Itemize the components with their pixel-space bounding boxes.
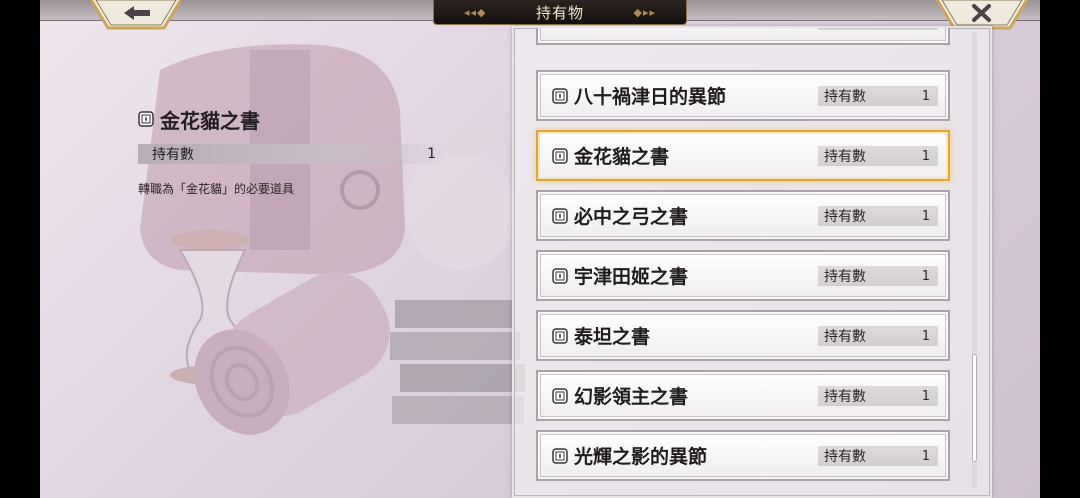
game-screen: ◂◂◆ 持有物 ◆▸▸ 金花貓之書 持有數 1 轉職為「金花貓」的必要道具 八十… (0, 0, 1080, 498)
list-item-name: 宇津田姬之書 (552, 262, 688, 289)
list-item-qty: 持有數 1 (818, 326, 938, 346)
list-item-label: 泰坦之書 (574, 326, 651, 348)
list-item-qty-value: 1 (921, 328, 930, 344)
list-item[interactable] (536, 28, 950, 45)
book-icon (138, 111, 154, 127)
book-icon (552, 207, 568, 224)
list-item-qty: 持有數 1 (818, 266, 938, 286)
book-icon (552, 447, 568, 464)
list-item-name: 必中之弓之書 (552, 202, 688, 229)
list-item-qty-value: 1 (921, 148, 930, 164)
book-icon (552, 387, 568, 404)
book-icon (552, 267, 568, 284)
list-item-qty-value: 1 (921, 208, 930, 224)
list-item-qty: 持有數 1 (818, 446, 938, 466)
list-item[interactable]: 八十禍津日的異節 持有數 1 (536, 70, 950, 121)
detail-item-name: 金花貓之書 (160, 108, 260, 133)
list-item-name: 金花貓之書 (552, 142, 669, 169)
list-item-qty-label: 持有數 (824, 449, 866, 465)
list-item-qty-label: 持有數 (824, 269, 866, 285)
list-item-qty-label: 持有數 (824, 389, 866, 405)
detail-title: 金花貓之書 (138, 106, 448, 133)
list-item[interactable]: 幻影領主之書 持有數 1 (536, 370, 950, 421)
list-item-qty-value: 1 (921, 388, 930, 404)
list-item-qty (818, 28, 938, 30)
left-letterbox (0, 0, 40, 498)
book-icon (552, 327, 568, 344)
list-item-label: 必中之弓之書 (574, 206, 689, 228)
list-item-name: 八十禍津日的異節 (552, 82, 726, 109)
book-icon (552, 87, 568, 104)
list-item-label: 金花貓之書 (574, 146, 670, 168)
detail-count-label: 持有數 (152, 147, 194, 163)
detail-count-value: 1 (427, 146, 436, 162)
list-item-qty: 持有數 1 (818, 86, 938, 106)
book-icon (552, 147, 568, 164)
list-item[interactable]: 泰坦之書 持有數 1 (536, 310, 950, 361)
list-item[interactable]: 必中之弓之書 持有數 1 (536, 190, 950, 241)
page-title: 持有物 (535, 3, 584, 22)
back-button[interactable] (90, 0, 182, 30)
list-item-qty-label: 持有數 (824, 149, 866, 165)
list-item-label: 宇津田姬之書 (574, 266, 689, 288)
list-item-qty-label: 持有數 (824, 89, 866, 105)
right-letterbox (1040, 0, 1080, 498)
detail-description: 轉職為「金花貓」的必要道具 (138, 182, 295, 196)
detail-count-row: 持有數 1 (138, 144, 448, 164)
title-ornament-left: ◂◂◆ (464, 6, 487, 19)
list-item[interactable]: 光輝之影的異節 持有數 1 (536, 430, 950, 481)
list-item-name: 光輝之影的異節 (552, 442, 707, 469)
list-item-qty-label: 持有數 (824, 209, 866, 225)
inventory-list[interactable]: 八十禍津日的異節 持有數 1 金花貓之書 持有數 1 必中之弓之書 持有數 1 … (512, 26, 992, 498)
list-item-qty: 持有數 1 (818, 386, 938, 406)
list-item-qty: 持有數 1 (818, 146, 938, 166)
list-item-qty-value: 1 (921, 88, 930, 104)
title-ornament-right: ◆▸▸ (633, 6, 656, 19)
list-item-label: 光輝之影的異節 (574, 446, 708, 468)
list-item-qty-value: 1 (921, 448, 930, 464)
scrollbar-thumb[interactable] (972, 354, 977, 462)
list-item-selected[interactable]: 金花貓之書 持有數 1 (536, 130, 950, 181)
list-item-name: 幻影領主之書 (552, 382, 688, 409)
list-item-label: 幻影領主之書 (574, 386, 689, 408)
list-item[interactable]: 宇津田姬之書 持有數 1 (536, 250, 950, 301)
list-item-qty: 持有數 1 (818, 206, 938, 226)
list-item-qty-label: 持有數 (824, 329, 866, 345)
list-item-label: 八十禍津日的異節 (574, 86, 727, 108)
item-detail-panel: 金花貓之書 持有數 1 轉職為「金花貓」的必要道具 (138, 106, 448, 197)
list-item-name: 泰坦之書 (552, 322, 650, 349)
title-plate: ◂◂◆ 持有物 ◆▸▸ (433, 0, 687, 25)
list-item-qty-value: 1 (921, 268, 930, 284)
